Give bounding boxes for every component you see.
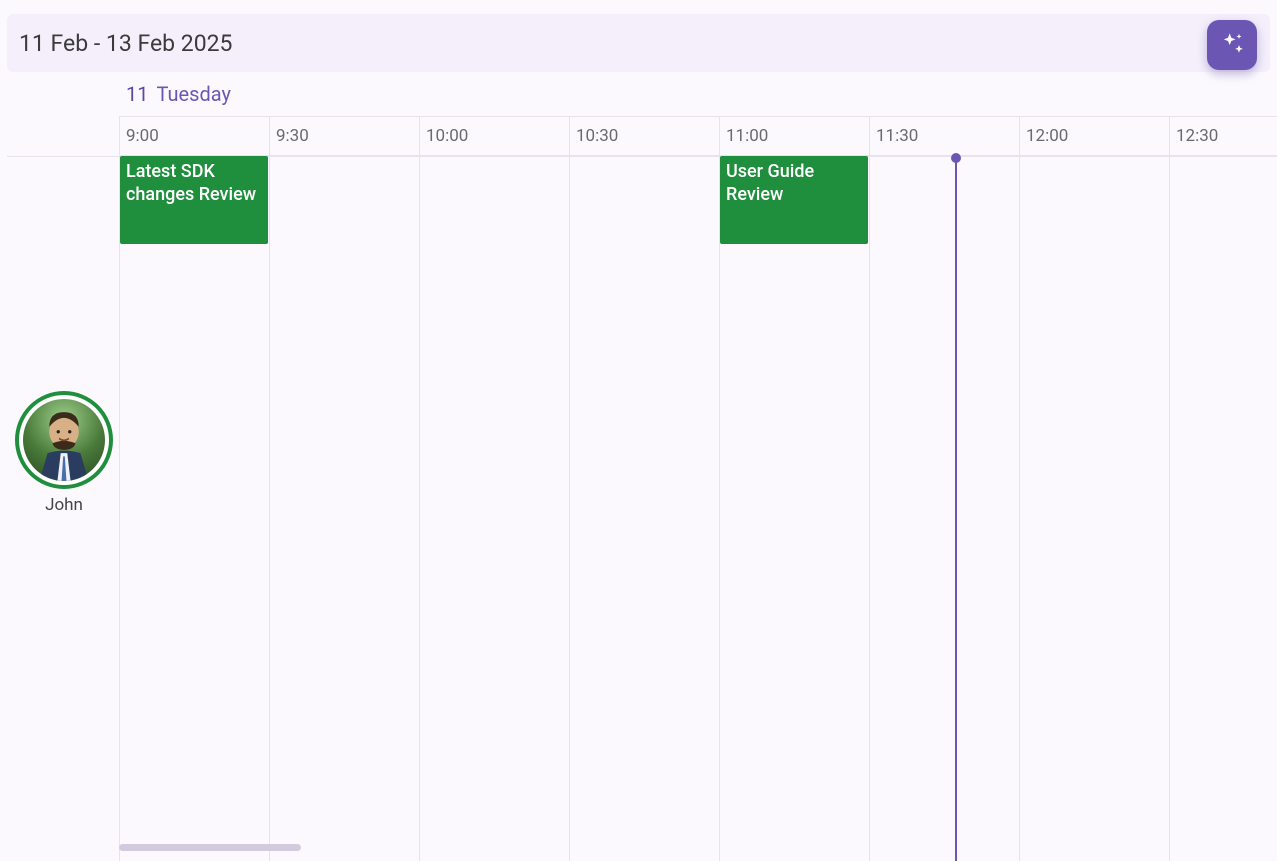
day-number: 11 (126, 82, 148, 106)
time-axis: 9:00 9:30 10:00 10:30 11:00 11:30 12:00 … (119, 116, 1277, 156)
day-header: 11 Tuesday (126, 82, 231, 106)
horizontal-scrollbar[interactable] (119, 844, 301, 851)
event-sdk-review[interactable]: Latest SDK changes Review (120, 156, 268, 244)
grid-column[interactable] (269, 156, 419, 861)
resource-row-header: John (14, 391, 114, 515)
grid-column[interactable] (569, 156, 719, 861)
time-slot: 9:30 (269, 117, 419, 155)
ai-sparkle-button[interactable] (1207, 20, 1257, 70)
time-slot: 10:30 (569, 117, 719, 155)
grid-column[interactable] (869, 156, 1019, 861)
grid-column[interactable] (419, 156, 569, 861)
avatar-image (23, 399, 105, 481)
avatar[interactable] (15, 391, 113, 489)
time-slot: 11:30 (869, 117, 1019, 155)
current-time-indicator (955, 156, 957, 861)
grid-column[interactable] (719, 156, 869, 861)
event-title: Latest SDK changes Review (126, 161, 256, 205)
grid-column[interactable] (119, 156, 269, 861)
resource-name: John (14, 495, 114, 515)
grid-column[interactable] (1019, 156, 1169, 861)
day-name: Tuesday (156, 82, 230, 106)
time-slot: 10:00 (419, 117, 569, 155)
time-slot: 12:00 (1019, 117, 1169, 155)
time-slot: 11:00 (719, 117, 869, 155)
grid-column[interactable] (1169, 156, 1277, 861)
date-range-header: 11 Feb - 13 Feb 2025 (7, 14, 1270, 72)
time-slot: 12:30 (1169, 117, 1277, 155)
date-range-text: 11 Feb - 13 Feb 2025 (19, 30, 232, 57)
event-user-guide-review[interactable]: User Guide Review (720, 156, 868, 244)
timeline-grid[interactable] (119, 156, 1277, 861)
event-title: User Guide Review (726, 161, 814, 205)
sparkle-icon (1218, 31, 1246, 59)
time-slot: 9:00 (119, 117, 269, 155)
current-time-dot (951, 153, 961, 163)
